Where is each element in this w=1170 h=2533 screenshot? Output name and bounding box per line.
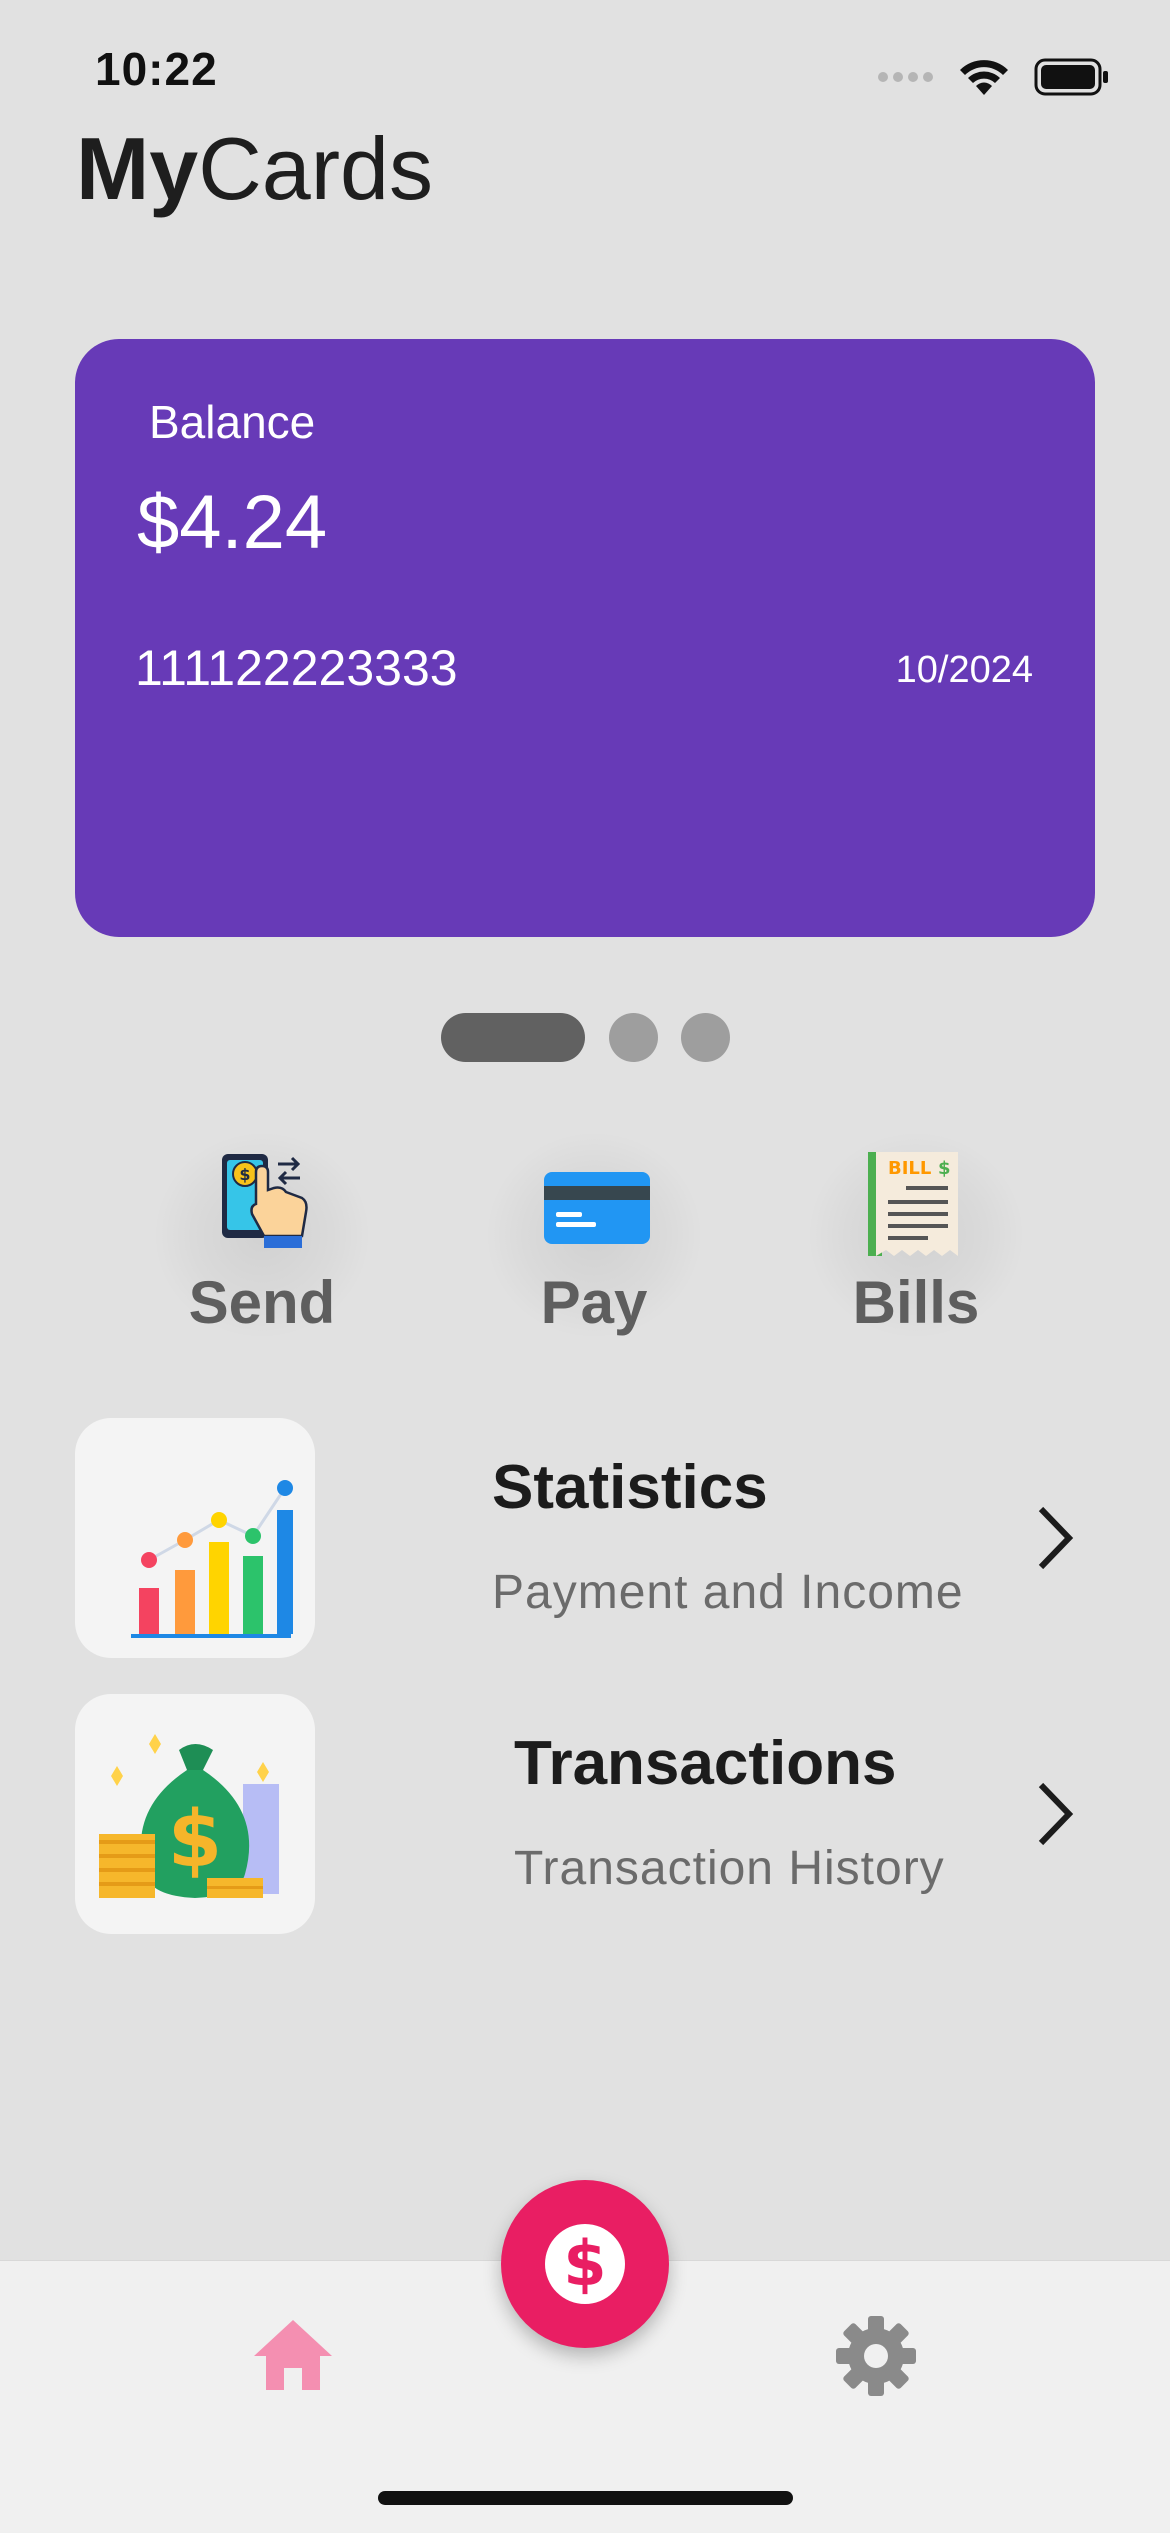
- statistics-title[interactable]: Statistics: [492, 1452, 768, 1523]
- bills-label: Bills: [852, 1269, 980, 1336]
- send-label: Send: [188, 1269, 336, 1336]
- page-indicator-dot[interactable]: [681, 1013, 730, 1062]
- transactions-title[interactable]: Transactions: [514, 1728, 896, 1799]
- transactions-subtitle: Transaction History: [514, 1842, 945, 1895]
- send-action[interactable]: $ Send: [132, 1120, 392, 1350]
- svg-text:$: $: [239, 1165, 250, 1184]
- balance-amount: $4.24: [137, 480, 328, 565]
- transactions-tile[interactable]: $: [75, 1694, 315, 1934]
- svg-text:BILL: BILL: [888, 1158, 931, 1179]
- page-title-regular: Cards: [198, 119, 433, 218]
- home-indicator: [378, 2491, 793, 2505]
- page-indicator-active[interactable]: [441, 1013, 585, 1062]
- card-expiry: 10/2024: [895, 649, 1033, 691]
- bar-chart-icon: [131, 1480, 293, 1638]
- page-title-bold: My: [76, 119, 199, 218]
- dollar-icon: $: [545, 2224, 625, 2304]
- page-title: MyCards: [76, 118, 433, 220]
- bill-receipt-icon: BILL $: [868, 1152, 958, 1256]
- svg-text:$: $: [938, 1158, 951, 1179]
- svg-text:$: $: [168, 1795, 222, 1885]
- send-money-icon: $: [222, 1154, 308, 1248]
- status-time: 10:22: [95, 43, 218, 95]
- money-bag-icon: $: [99, 1734, 279, 1898]
- status-icons: [878, 52, 1110, 102]
- credit-card-icon: [544, 1172, 650, 1244]
- svg-text:$: $: [563, 2227, 606, 2300]
- wifi-icon: [960, 60, 1008, 95]
- balance-card[interactable]: Balance $4.24 111122223333 10/2024: [75, 339, 1095, 937]
- gear-icon[interactable]: [836, 2316, 916, 2396]
- battery-icon: [1034, 58, 1108, 96]
- card-number: 111122223333: [135, 640, 458, 696]
- home-icon[interactable]: [252, 2318, 334, 2390]
- page-indicator-dot[interactable]: [609, 1013, 658, 1062]
- statistics-tile[interactable]: [75, 1418, 315, 1658]
- dollar-fab-button[interactable]: $: [501, 2180, 669, 2348]
- chevron-right-icon[interactable]: [1035, 1781, 1075, 1847]
- chevron-right-icon[interactable]: [1035, 1505, 1075, 1571]
- cellular-signal-icon: [878, 72, 933, 82]
- pay-label: Pay: [540, 1269, 648, 1336]
- pay-action[interactable]: Pay: [464, 1120, 724, 1350]
- statistics-subtitle: Payment and Income: [492, 1566, 964, 1619]
- bills-action[interactable]: BILL $ Bills: [786, 1120, 1046, 1350]
- balance-label: Balance: [149, 396, 316, 448]
